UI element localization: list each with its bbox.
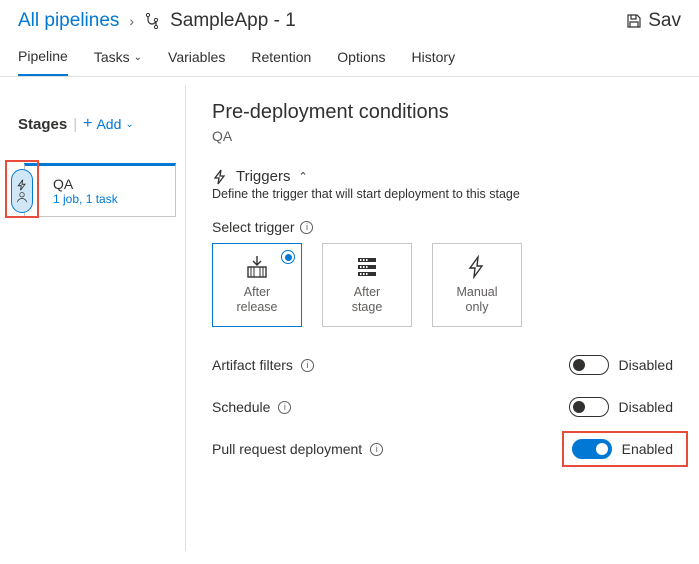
- toggle-state-label: Disabled: [619, 357, 673, 373]
- schedule-row: Schedule i Disabled: [212, 397, 673, 417]
- info-icon[interactable]: i: [300, 221, 313, 234]
- trigger-after-release[interactable]: After release: [212, 243, 302, 327]
- triggers-header-label: Triggers: [236, 168, 290, 185]
- trigger-icon: [16, 179, 28, 191]
- save-icon: [626, 13, 642, 29]
- info-icon[interactable]: i: [278, 401, 291, 414]
- trigger-icon: [212, 169, 228, 185]
- pipeline-title: SampleApp - 1: [170, 10, 296, 32]
- save-button[interactable]: Sav: [626, 10, 681, 32]
- chevron-right-icon: ›: [129, 13, 134, 29]
- breadcrumb-root[interactable]: All pipelines: [18, 10, 119, 32]
- trigger-label: After stage: [352, 285, 383, 315]
- toggle-state-label: Enabled: [622, 441, 673, 457]
- user-icon: [16, 191, 28, 203]
- tab-pipeline[interactable]: Pipeline: [18, 48, 68, 76]
- trigger-after-stage[interactable]: After stage: [322, 243, 412, 327]
- artifact-filters-label: Artifact filters: [212, 357, 293, 373]
- tab-retention[interactable]: Retention: [251, 49, 311, 75]
- chevron-down-icon: ⌄: [125, 119, 133, 130]
- triggers-section-header[interactable]: Triggers ⌃: [212, 168, 673, 185]
- panel-stage-name: QA: [212, 128, 673, 144]
- stages-panel: Stages | + Add ⌄ QA 1 job, 1 task: [0, 85, 186, 551]
- stages-header: Stages: [18, 116, 67, 133]
- tabs: Pipeline Tasks ⌄ Variables Retention Opt…: [0, 38, 699, 77]
- tab-tasks[interactable]: Tasks ⌄: [94, 49, 142, 75]
- select-trigger-label: Select trigger: [212, 219, 294, 235]
- pull-request-row: Pull request deployment i Enabled: [212, 439, 673, 459]
- add-stage-label: Add: [96, 116, 121, 132]
- artifact-filters-row: Artifact filters i Disabled: [212, 355, 673, 375]
- info-icon[interactable]: i: [301, 359, 314, 372]
- artifact-filters-toggle[interactable]: [569, 355, 609, 375]
- trigger-label: After release: [237, 285, 278, 315]
- trigger-label: Manual only: [457, 285, 498, 315]
- after-release-icon: [244, 255, 270, 279]
- conditions-panel: Pre-deployment conditions QA Triggers ⌃ …: [186, 77, 699, 551]
- tab-variables[interactable]: Variables: [168, 49, 225, 75]
- tab-history[interactable]: History: [412, 49, 456, 75]
- stage-card-qa[interactable]: QA 1 job, 1 task: [24, 163, 176, 217]
- manual-only-icon: [466, 255, 488, 279]
- breadcrumb: All pipelines › SampleApp - 1 Sav: [0, 0, 699, 38]
- tab-tasks-label: Tasks: [94, 49, 130, 65]
- save-label: Sav: [648, 10, 681, 32]
- trigger-options: After release After stage Manual only: [212, 243, 673, 327]
- pull-request-toggle[interactable]: [572, 439, 612, 459]
- chevron-up-icon: ⌃: [298, 170, 307, 183]
- after-stage-icon: [354, 255, 380, 279]
- chevron-down-icon: ⌄: [134, 52, 142, 63]
- pull-request-label: Pull request deployment: [212, 441, 362, 457]
- panel-title: Pre-deployment conditions: [212, 101, 673, 124]
- info-icon[interactable]: i: [370, 443, 383, 456]
- schedule-label: Schedule: [212, 399, 270, 415]
- stage-name: QA: [53, 176, 118, 192]
- tab-options[interactable]: Options: [337, 49, 385, 75]
- pipeline-icon: [144, 13, 160, 29]
- stage-meta-link[interactable]: 1 job, 1 task: [53, 192, 118, 206]
- trigger-manual-only[interactable]: Manual only: [432, 243, 522, 327]
- schedule-toggle[interactable]: [569, 397, 609, 417]
- add-stage-button[interactable]: + Add ⌄: [83, 115, 134, 133]
- plus-icon: +: [83, 115, 92, 133]
- radio-icon: [281, 250, 295, 264]
- triggers-description: Define the trigger that will start deplo…: [212, 187, 673, 201]
- pre-deployment-conditions-button[interactable]: [11, 169, 33, 213]
- toggle-state-label: Disabled: [619, 399, 673, 415]
